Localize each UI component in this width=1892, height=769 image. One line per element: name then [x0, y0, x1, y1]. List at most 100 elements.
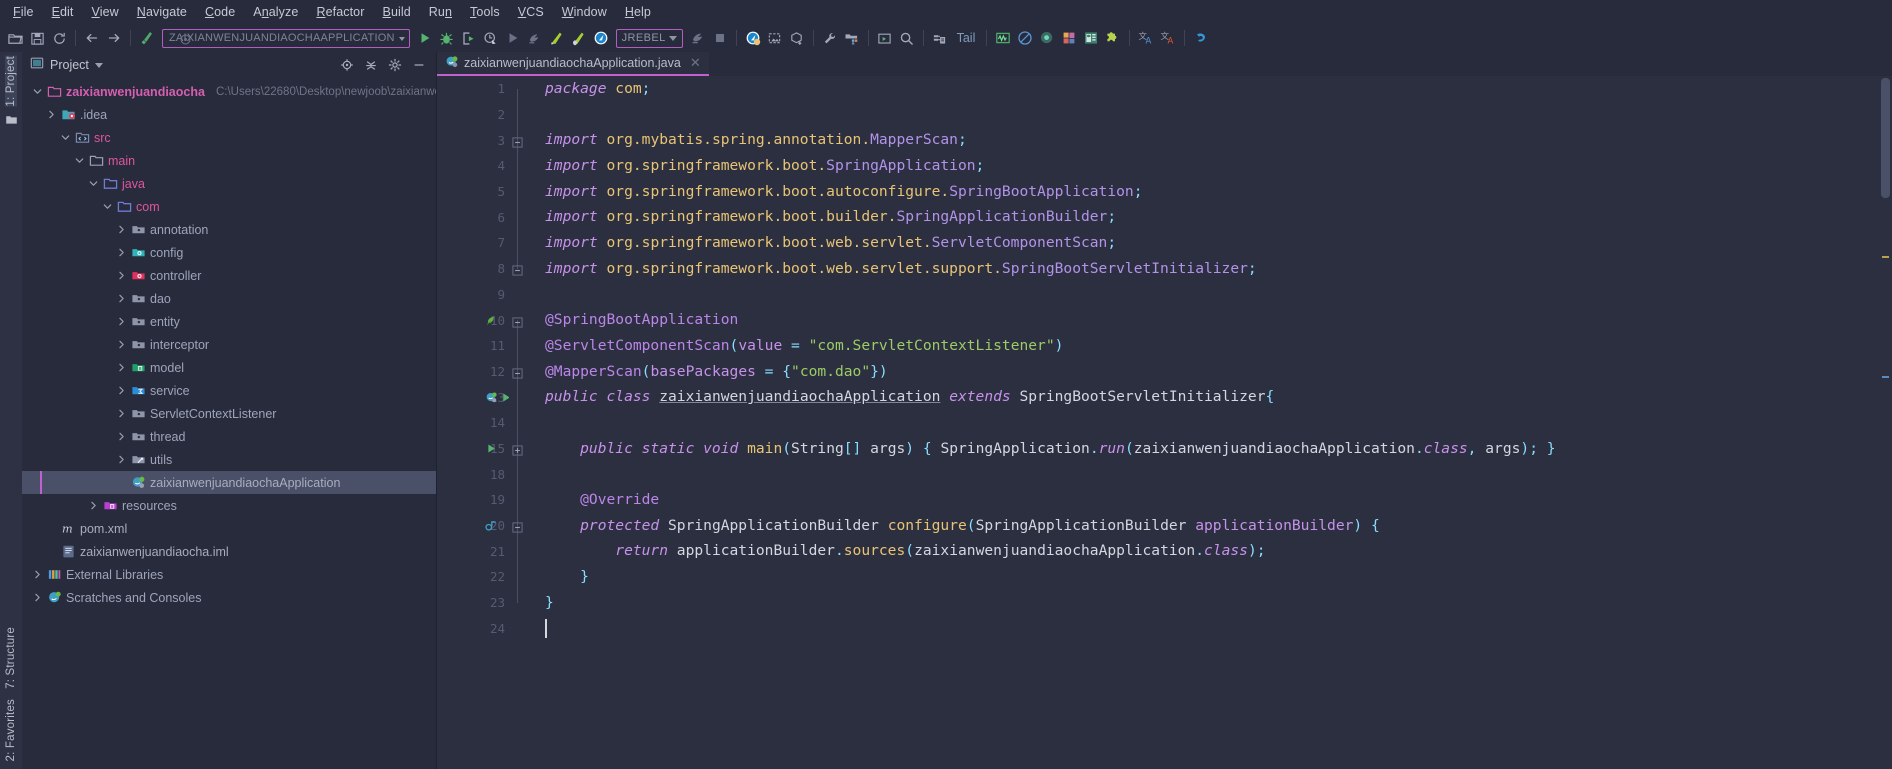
chevron-down-icon[interactable]: [74, 155, 85, 166]
monitor-graph-icon[interactable]: [992, 27, 1014, 49]
chevron-right-icon[interactable]: [32, 569, 43, 580]
menu-item-file[interactable]: File: [4, 2, 43, 22]
menu-item-analyze[interactable]: Analyze: [244, 2, 307, 22]
gutter-line[interactable]: 23: [437, 590, 509, 616]
chevron-right-icon[interactable]: [32, 592, 43, 603]
editor-scrollbar[interactable]: [1878, 76, 1892, 769]
code-line[interactable]: public class zaixianwenjuandiaochaApplic…: [509, 384, 1892, 410]
jrebel-run-icon[interactable]: [546, 27, 568, 49]
tail-button[interactable]: Tail: [951, 31, 982, 45]
code-line[interactable]: }: [509, 590, 1892, 616]
synchronize-icon[interactable]: [48, 27, 70, 49]
rerun-icon[interactable]: [502, 27, 524, 49]
fold-collapse-icon[interactable]: [512, 366, 523, 379]
navigate-forward-icon[interactable]: [103, 27, 125, 49]
menu-item-window[interactable]: Window: [553, 2, 616, 22]
gutter-line[interactable]: 21: [437, 538, 509, 564]
tree-node-config[interactable]: config: [22, 241, 436, 264]
chevron-right-icon[interactable]: [116, 454, 127, 465]
open-folder-icon[interactable]: [4, 27, 26, 49]
code-line[interactable]: package com;: [509, 76, 1892, 102]
project-structure-icon[interactable]: [841, 27, 863, 49]
minimize-icon[interactable]: [411, 58, 426, 73]
gutter-line[interactable]: 2: [437, 102, 509, 128]
package-download-icon[interactable]: [786, 27, 808, 49]
fold-collapse-icon[interactable]: [512, 520, 523, 533]
chevron-down-icon[interactable]: [102, 201, 113, 212]
tree-node-utils[interactable]: utils: [22, 448, 436, 471]
code-line[interactable]: import org.springframework.boot.builder.…: [509, 204, 1892, 230]
tree-node-model[interactable]: model: [22, 356, 436, 379]
gutter-line[interactable]: 20: [437, 513, 509, 539]
tree-node-annotation[interactable]: annotation: [22, 218, 436, 241]
build-project-icon[interactable]: [136, 27, 158, 49]
code-line[interactable]: import org.springframework.boot.SpringAp…: [509, 153, 1892, 179]
jrebel-debug-icon[interactable]: [568, 27, 590, 49]
translate-alt-icon[interactable]: 文A: [1157, 27, 1179, 49]
chevron-right-icon[interactable]: [116, 408, 127, 419]
editor-viewport[interactable]: 1 2 3 4 5 6 7 8 9 10 11 12 13 14 15 18 19 20 21 22 23 24 pack…: [437, 76, 1892, 769]
chevron-down-icon[interactable]: [88, 178, 99, 189]
editor-gutter[interactable]: 1 2 3 4 5 6 7 8 9 10 11 12 13 14 15 18 19 20 21 22 23 24: [437, 76, 510, 769]
run-with-coverage-icon[interactable]: [458, 27, 480, 49]
menu-item-tools[interactable]: Tools: [461, 2, 509, 22]
gutter-line[interactable]: 1: [437, 76, 509, 102]
gutter-line[interactable]: 18: [437, 461, 509, 487]
save-all-icon[interactable]: [26, 27, 48, 49]
stop-icon[interactable]: [709, 27, 731, 49]
settings-wrench-icon[interactable]: [819, 27, 841, 49]
gutter-line[interactable]: 15: [437, 436, 509, 462]
gutter-line[interactable]: 19: [437, 487, 509, 513]
gutter-line[interactable]: 4: [437, 153, 509, 179]
gutter-line[interactable]: 13: [437, 384, 510, 410]
chevron-right-icon[interactable]: [116, 270, 127, 281]
editor-tab[interactable]: zaixianwenjuandiaochaApplication.java ✕: [437, 52, 709, 76]
tree-node-java[interactable]: java: [22, 172, 436, 195]
code-line[interactable]: public static void main(String[] args) {…: [509, 436, 1892, 462]
chevron-right-icon[interactable]: [116, 293, 127, 304]
tree-node-servletcontextlistener[interactable]: ServletContextListener: [22, 402, 436, 425]
translate-icon[interactable]: 文A: [1135, 27, 1157, 49]
gutter-line[interactable]: 10: [437, 307, 509, 333]
project-panel-caret-icon[interactable]: [94, 62, 103, 68]
rail-button-project[interactable]: 1: Project: [5, 56, 17, 107]
chevron-right-icon[interactable]: [116, 339, 127, 350]
close-icon[interactable]: ✕: [690, 55, 701, 71]
chevron-right-icon[interactable]: [116, 316, 127, 327]
tree-node-service[interactable]: service: [22, 379, 436, 402]
tomcat-deploy-icon[interactable]: [687, 27, 709, 49]
chevron-right-icon[interactable]: [116, 247, 127, 258]
code-line[interactable]: [509, 102, 1892, 128]
menu-item-run[interactable]: Run: [420, 2, 461, 22]
profile-icon[interactable]: [480, 27, 502, 49]
tree-node-scratches-and-consoles[interactable]: Scratches and Consoles: [22, 586, 436, 609]
gutter-line[interactable]: 8: [437, 256, 509, 282]
code-line[interactable]: [509, 461, 1892, 487]
chevron-down-icon[interactable]: [60, 132, 71, 143]
fold-column[interactable]: [509, 76, 527, 769]
menu-item-build[interactable]: Build: [374, 2, 420, 22]
record-icon[interactable]: [1036, 27, 1058, 49]
scrollbar-thumb[interactable]: [1881, 78, 1890, 198]
chevron-right-icon[interactable]: [116, 224, 127, 235]
gutter-line[interactable]: 12: [437, 359, 509, 385]
plugin-puzzle-icon[interactable]: [1102, 27, 1124, 49]
rail-button-structure[interactable]: 7: Structure: [5, 627, 17, 689]
code-line[interactable]: import org.springframework.boot.web.serv…: [509, 256, 1892, 282]
run-icon[interactable]: [414, 27, 436, 49]
chevron-right-icon[interactable]: [88, 500, 99, 511]
gutter-line[interactable]: 14: [437, 410, 509, 436]
fold-collapse-icon[interactable]: [512, 263, 523, 276]
chevron-right-icon[interactable]: [116, 362, 127, 373]
tree-node-resources[interactable]: resources: [22, 494, 436, 517]
tree-node-dao[interactable]: dao: [22, 287, 436, 310]
chevron-right-icon[interactable]: [116, 431, 127, 442]
spring-bean-icon[interactable]: [483, 312, 499, 328]
fold-expand-icon[interactable]: [512, 443, 523, 456]
jrebel-badge-icon[interactable]: [590, 27, 612, 49]
code-line[interactable]: import org.mybatis.spring.annotation.Map…: [509, 127, 1892, 153]
menu-item-view[interactable]: View: [83, 2, 128, 22]
tree-node-pom-xml[interactable]: m pom.xml: [22, 517, 436, 540]
tree-node-entity[interactable]: entity: [22, 310, 436, 333]
code-line[interactable]: [509, 282, 1892, 308]
